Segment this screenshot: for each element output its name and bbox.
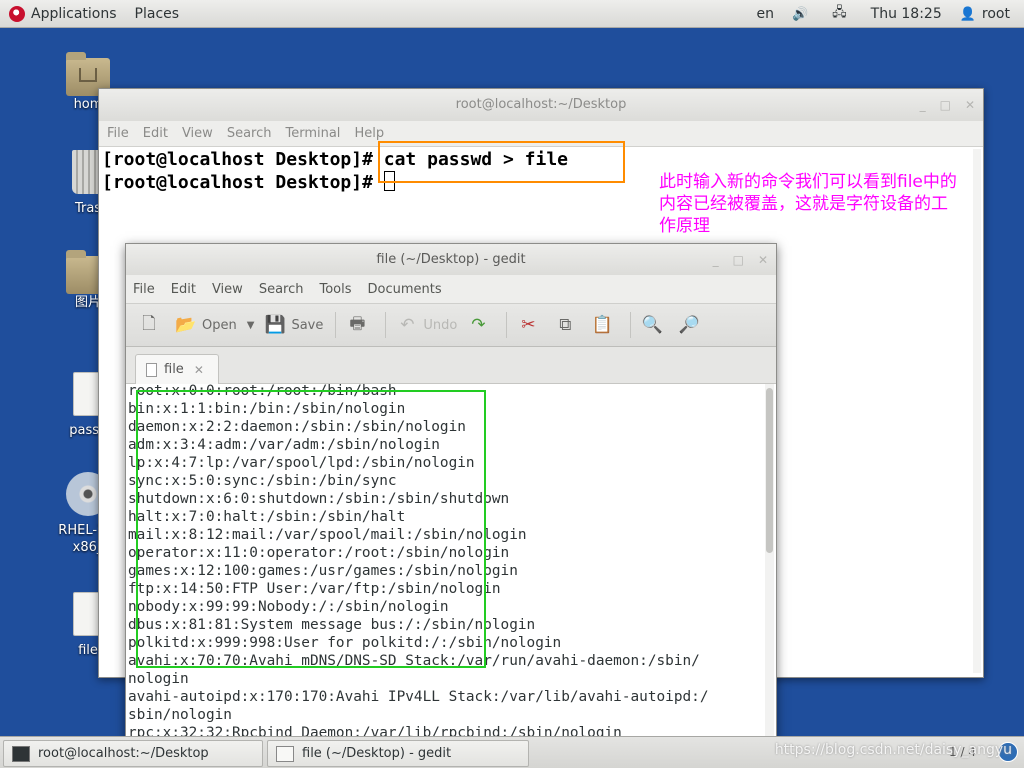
desktop-icon-label: file [78,643,98,658]
terminal-menu-edit[interactable]: Edit [143,126,168,141]
network-icon[interactable]: 🖧 [823,0,862,28]
gedit-menu-view[interactable]: View [212,282,243,297]
print-button[interactable]: 🖶 [346,309,373,341]
clock[interactable]: Thu 18:25 [862,0,951,28]
new-document-icon: 🗋 [142,313,156,334]
applications-menu[interactable]: Applications [0,0,126,28]
copy-button[interactable]: ⧉ [554,309,581,341]
open-label: Open [202,317,237,333]
redo-button[interactable]: ↷ [467,309,494,341]
terminal-menu-file[interactable]: File [107,126,129,141]
user-menu[interactable]: 👤 root [951,0,1024,28]
undo-button[interactable]: ↶ Undo [396,309,457,341]
find-replace-icon: 🔎 [678,315,700,335]
text-line: nologin [128,671,189,687]
gedit-toolbar: 🗋 📂 Open ▼ 💾 Save 🖶 ↶ Undo ↷ ✂ ⧉ 📋 🔍 🔎 [126,303,776,347]
terminal-menu-view[interactable]: View [182,126,213,141]
terminal-titlebar[interactable]: root@localhost:~/Desktop _ □ ✕ [99,89,983,121]
places-label: Places [134,5,180,22]
document-icon [146,362,157,377]
gedit-scrollbar[interactable] [765,384,774,738]
text-line: avahi-autoipd:x:170:170:Avahi IPv4LL Sta… [128,689,709,705]
find-button[interactable]: 🔍 [641,309,668,341]
save-label: Save [291,317,324,333]
watermark: https://blog.csdn.net/daisy_angyu [774,742,1012,758]
gedit-menu-file[interactable]: File [133,282,155,297]
applications-label: Applications [31,5,117,22]
terminal-icon [12,745,30,762]
volume-icon[interactable]: 🔊 [783,0,823,28]
bottom-panel: root@localhost:~/Desktop file (~/Desktop… [0,736,1024,768]
close-icon[interactable]: ✕ [758,245,768,276]
find-replace-button[interactable]: 🔎 [678,309,705,341]
print-icon: 🖶 [349,313,366,334]
terminal-menu-help[interactable]: Help [354,126,384,141]
chevron-down-icon[interactable]: ▼ [247,320,255,331]
taskbar-item-terminal[interactable]: root@localhost:~/Desktop [3,740,263,767]
open-folder-icon: 📂 [175,315,197,335]
gedit-menubar: File Edit View Search Tools Documents [126,275,776,303]
open-button[interactable]: 📂 Open ▼ [175,309,254,341]
gedit-menu-documents[interactable]: Documents [368,282,442,297]
redo-icon: ↷ [471,315,486,335]
terminal-title: root@localhost:~/Desktop [455,97,627,112]
top-panel: Applications Places en 🔊 🖧 Thu 18:25 👤 r… [0,0,1024,28]
content-highlight-box [136,390,486,668]
close-tab-icon[interactable]: ✕ [194,363,204,377]
minimize-icon[interactable]: _ [920,89,926,121]
terminal-menu-terminal[interactable]: Terminal [285,126,340,141]
gedit-menu-search[interactable]: Search [259,282,304,297]
language-indicator[interactable]: en [747,0,783,28]
close-icon[interactable]: ✕ [965,89,975,121]
redhat-logo-icon [9,5,25,22]
maximize-icon[interactable]: □ [733,245,744,276]
taskbar-item-label: root@localhost:~/Desktop [38,746,209,761]
copy-icon: ⧉ [559,315,572,335]
gedit-titlebar[interactable]: file (~/Desktop) - gedit _ □ ✕ [126,244,776,275]
new-document-button[interactable]: 🗋 [138,309,165,341]
taskbar-item-label: file (~/Desktop) - gedit [302,746,452,761]
gedit-tabbar: file ✕ [126,347,776,384]
clock-label: Thu 18:25 [870,6,942,22]
taskbar-item-gedit[interactable]: file (~/Desktop) - gedit [267,740,529,767]
places-menu[interactable]: Places [126,0,189,28]
gedit-title: file (~/Desktop) - gedit [376,252,526,267]
user-label: root [981,6,1010,22]
gedit-menu-tools[interactable]: Tools [319,282,351,297]
paste-button[interactable]: 📋 [591,309,618,341]
tab-file[interactable]: file ✕ [135,354,219,384]
save-button[interactable]: 💾 Save [264,309,324,341]
terminal-scrollbar[interactable] [973,149,981,673]
text-line: sbin/nologin [128,707,232,723]
paste-icon: 📋 [591,315,613,335]
undo-icon: ↶ [400,315,415,335]
maximize-icon[interactable]: □ [940,89,951,121]
text-editor-icon [276,745,294,762]
scrollbar-thumb[interactable] [766,388,773,553]
user-icon: 👤 [959,6,976,22]
annotation-text: 此时输入新的命令我们可以看到file中的内容已经被覆盖，这就是字符设备的工作原理 [659,172,957,236]
terminal-prompt: [root@localhost Desktop]# [102,172,384,193]
undo-label: Undo [423,317,458,333]
terminal-menu-search[interactable]: Search [227,126,272,141]
search-icon: 🔍 [641,315,663,335]
save-icon: 💾 [264,315,287,335]
minimize-icon[interactable]: _ [713,245,719,276]
cut-button[interactable]: ✂ [517,309,544,341]
gedit-menu-edit[interactable]: Edit [171,282,196,297]
tab-label: file [164,362,184,377]
cut-icon: ✂ [521,315,536,335]
command-highlight-box [378,141,625,183]
language-label: en [756,6,774,22]
